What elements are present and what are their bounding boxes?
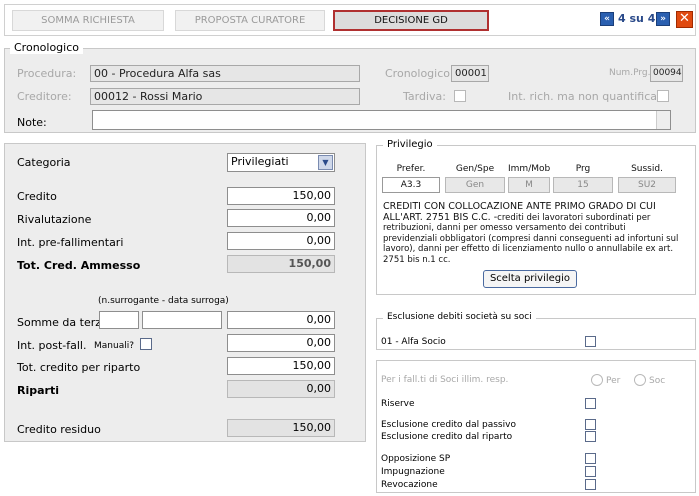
int-non-quantificati-checkbox[interactable] [657, 90, 669, 102]
impugnazione-label: Impugnazione [381, 467, 445, 477]
categoria-label: Categoria [17, 156, 71, 169]
surroga-date-field[interactable] [142, 311, 222, 329]
somme-da-terzi-field[interactable]: 0,00 [227, 311, 335, 329]
sussid-header: Sussid. [631, 164, 663, 174]
esclusione-legend: Esclusione debiti società su soci [383, 312, 536, 322]
credito-label: Credito [17, 190, 57, 203]
credito-field[interactable]: 150,00 [227, 187, 335, 205]
rivalutazione-label: Rivalutazione [17, 213, 92, 226]
manuali-label: Manuali? [94, 341, 134, 351]
riserve-checkbox[interactable] [585, 398, 596, 409]
next-record-button[interactable]: » [656, 12, 670, 26]
cronologico-field: 00001 [451, 65, 489, 82]
prefer-header: Prefer. [396, 164, 426, 174]
creditore-label: Creditore: [17, 90, 72, 103]
riparti-field: 0,00 [227, 380, 335, 398]
close-button[interactable]: ✕ [676, 11, 693, 28]
numprg-field: 00094 [650, 65, 683, 82]
escl-riparto-checkbox[interactable] [585, 431, 596, 442]
numprg-label: Num.Prg. [609, 68, 651, 78]
immmob-header: Imm/Mob [508, 164, 551, 174]
manuali-checkbox[interactable] [140, 338, 152, 350]
procedura-label: Procedura: [17, 67, 77, 80]
int-non-quantificati-label: Int. rich. ma non quantificati: [508, 90, 669, 103]
socio-label: 01 - Alfa Socio [381, 337, 446, 347]
escl-passivo-label: Esclusione credito dal passivo [381, 420, 516, 430]
genspe-value: Gen [445, 177, 505, 193]
privilegio-legend: Privilegio [383, 139, 437, 150]
tot-credito-riparto-field[interactable]: 150,00 [227, 357, 335, 375]
genspe-header: Gen/Spe [455, 164, 495, 174]
credito-residuo-label: Credito residuo [17, 423, 101, 436]
prefer-value[interactable]: A3.3 [382, 177, 440, 193]
radio-soc-label: Soc [649, 376, 666, 386]
impugnazione-checkbox[interactable] [585, 466, 596, 477]
int-pre-fallimentari-label: Int. pre-fallimentari [17, 236, 124, 249]
cronologico-legend: Cronologico [10, 41, 83, 54]
escl-passivo-checkbox[interactable] [585, 419, 596, 430]
int-post-fall-label: Int. post-fall. [17, 339, 87, 352]
tot-cred-ammesso-label: Tot. Cred. Ammesso [17, 259, 141, 272]
opposizione-label: Opposizione SP [381, 454, 451, 464]
creditore-field: 00012 - Rossi Mario [90, 88, 360, 105]
socio-checkbox[interactable] [585, 336, 596, 347]
chevron-down-icon[interactable]: ▼ [318, 155, 333, 170]
radio-soc[interactable] [634, 374, 646, 386]
tab-proposta-curatore[interactable]: PROPOSTA CURATORE [175, 10, 325, 31]
radio-per-label: Per [606, 376, 621, 386]
int-pre-fallimentari-field[interactable]: 0,00 [227, 232, 335, 250]
cronologico-label: Cronologico: [385, 67, 454, 80]
tot-credito-riparto-label: Tot. credito per riparto [17, 361, 141, 374]
prg-header: Prg [575, 164, 591, 174]
escl-riparto-label: Esclusione credito dal riparto [381, 432, 513, 442]
tardiva-label: Tardiva: [403, 90, 446, 103]
note-scrollbar[interactable] [656, 111, 670, 129]
note-textarea[interactable] [92, 110, 671, 130]
revocazione-label: Revocazione [381, 480, 438, 490]
somme-da-terzi-label: Somme da terzi [17, 316, 105, 329]
tot-cred-ammesso-field: 150,00 [227, 255, 335, 273]
prg-value: 15 [553, 177, 613, 193]
surrogante-number-field[interactable] [99, 311, 139, 329]
revocazione-checkbox[interactable] [585, 479, 596, 490]
credito-residuo-field: 150,00 [227, 419, 335, 437]
record-counter: 4 su 4 [618, 12, 656, 25]
prev-record-button[interactable]: « [600, 12, 614, 26]
surroga-hint: (n.surrogante - data surroga) [98, 296, 229, 306]
falliti-label: Per i fall.ti di Soci illim. resp. [381, 375, 509, 385]
riserve-label: Riserve [381, 399, 415, 409]
tab-decisione-gd[interactable]: DECISIONE GD [333, 10, 489, 31]
sussid-value: SU2 [618, 177, 676, 193]
riparti-label: Riparti [17, 384, 59, 397]
immmob-value: M [508, 177, 550, 193]
tardiva-checkbox[interactable] [454, 90, 466, 102]
tab-somma-richiesta[interactable]: SOMMA RICHIESTA [12, 10, 164, 31]
categoria-select[interactable]: Privilegiati ▼ [227, 153, 335, 172]
privilegio-description: CREDITI CON COLLOCAZIONE ANTE PRIMO GRAD… [383, 201, 679, 265]
radio-per[interactable] [591, 374, 603, 386]
procedura-field: 00 - Procedura Alfa sas [90, 65, 360, 82]
int-post-fall-field[interactable]: 0,00 [227, 334, 335, 352]
opposizione-checkbox[interactable] [585, 453, 596, 464]
rivalutazione-field[interactable]: 0,00 [227, 209, 335, 227]
categoria-value: Privilegiati [231, 155, 289, 168]
scelta-privilegio-button[interactable]: Scelta privilegio [483, 270, 577, 288]
note-label: Note: [17, 116, 47, 129]
